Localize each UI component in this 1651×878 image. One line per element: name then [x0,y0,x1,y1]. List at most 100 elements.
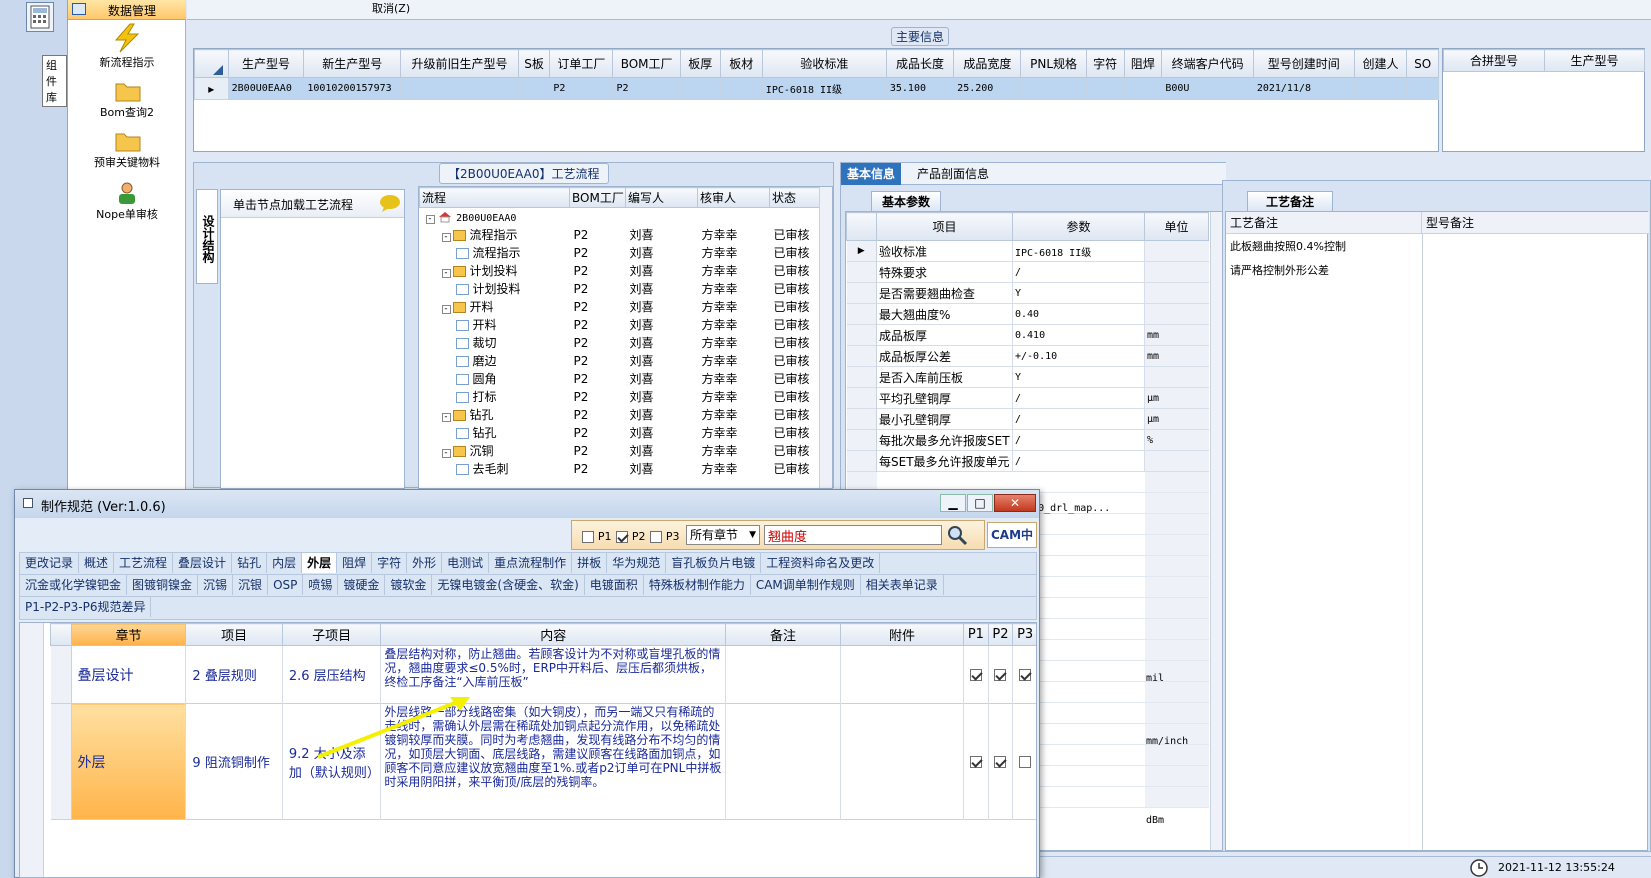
spec-tab[interactable]: 外形 [407,553,443,573]
param-row[interactable]: 每SET最多允许报废单元 / [846,450,1209,472]
col-header[interactable]: 字符 [1085,49,1125,78]
col-header[interactable]: 板材 [719,49,763,78]
param-value[interactable]: Y [1012,282,1145,304]
expand-toggle[interactable]: - [441,413,451,422]
cell[interactable]: 2021/11/8 [1253,77,1355,100]
param-row[interactable]: ▶ 验收标准 IPC-6018 II级 [846,240,1209,262]
param-value[interactable]: 0.40 [1012,303,1145,325]
col-header[interactable]: 参数 [1012,212,1145,241]
col-header[interactable]: 验收标准 [761,49,887,78]
spec-tab[interactable]: 喷锡 [303,575,339,595]
spec-tab[interactable]: 沉锡 [198,575,234,595]
p3-checkbox[interactable] [1019,756,1032,768]
col-header[interactable]: BOM工厂 [569,187,626,208]
cell[interactable] [1406,77,1439,100]
param-row[interactable]: 是否入库前压板 Y [846,366,1209,388]
p1-checkbox[interactable] [969,756,982,768]
spec-tab[interactable]: 图镀铜镍金 [127,575,199,595]
col-header[interactable]: 升级前旧生产型号 [400,49,519,78]
p2-checkbox[interactable] [994,756,1007,768]
col-header[interactable]: 订单工厂 [549,49,614,78]
tab-basic-params[interactable]: 基本参数 [871,191,942,211]
param-value[interactable]: / [1012,408,1145,430]
col-production-model[interactable]: 生产型号 [1544,49,1645,72]
cell[interactable] [680,77,721,100]
col-header[interactable]: 成品长度 [885,49,955,78]
spec-tab[interactable]: 内层 [267,553,303,573]
param-row[interactable]: 特殊要求 / [846,261,1209,283]
node-hint-bar[interactable]: 单击节点加载工艺流程 [221,190,404,218]
spec-tab[interactable]: 相关表单记录 [861,575,944,595]
col-header[interactable]: 附件 [839,623,965,646]
cell[interactable]: 2B00U0EAA0 [228,77,305,100]
col-header[interactable]: 成品宽度 [953,49,1022,78]
cell[interactable]: 10010200157973 [303,77,402,100]
search-icon[interactable] [946,524,968,546]
cell[interactable] [400,77,519,100]
col-header[interactable]: P2 [987,623,1014,646]
maximize-button[interactable]: □ [967,494,993,512]
col-header[interactable]: 新生产型号 [303,49,402,78]
col-header[interactable]: 阻焊 [1123,49,1163,78]
col-header[interactable]: 核审人 [697,187,770,208]
param-value[interactable]: Y [1012,366,1145,388]
col-header[interactable]: 备注 [725,623,841,646]
spec-row[interactable]: 叠层设计 2 叠层规则 2.6 层压结构 叠层结构对称，防止翘曲。若顾客设计为不对称或… [50,645,1036,704]
nav-item-new-flow[interactable]: 新流程指示 [68,22,186,70]
cell[interactable]: P2 [549,77,614,100]
col-header[interactable]: S板 [517,49,551,78]
col-header[interactable]: BOM工厂 [612,49,681,78]
param-row[interactable]: 是否需要翘曲检查 Y [846,282,1209,304]
cell[interactable]: 25.200 [953,77,1022,100]
col-header[interactable]: 板厚 [679,49,721,78]
param-value[interactable]: / [1012,261,1145,283]
tree-row[interactable]: - 流程指示 P2 刘喜 方幸幸 已审核 [420,226,820,244]
spec-tab[interactable]: 盲孔板负片电镀 [666,553,762,573]
col-header[interactable]: 终端客户代码 [1161,49,1254,78]
expand-toggle[interactable]: - [441,305,451,314]
spec-tab[interactable]: 工艺流程 [114,553,174,573]
spec-tab[interactable]: 电镀面积 [585,575,644,595]
tree-row[interactable]: 流程指示 P2 刘喜 方幸幸 已审核 [420,244,820,262]
chapter-select[interactable]: 所有章节 ▼ [686,525,760,545]
tree-row[interactable]: - 开料 P2 刘喜 方幸幸 已审核 [420,298,820,316]
tree-row[interactable]: 磨边 P2 刘喜 方幸幸 已审核 [420,352,820,370]
col-header[interactable]: 生产型号 [227,49,305,78]
spec-tab[interactable]: 叠层设计 [173,553,233,573]
param-row[interactable]: 最大翘曲度% 0.40 [846,303,1209,325]
param-row[interactable]: 每批次最多允许报废SET /% [846,429,1209,451]
param-row[interactable]: 成品板厚 0.410 mm [846,324,1209,346]
spec-tab[interactable]: 拼板 [572,553,608,573]
param-value[interactable]: / [1012,429,1145,451]
process-scrollbar[interactable] [819,187,832,488]
tree-row[interactable]: - 计划投料 P2 刘喜 方幸幸 已审核 [420,262,820,280]
col-header[interactable]: 单位 [1144,212,1209,241]
col-header[interactable]: 状态 [769,187,820,208]
tree-row[interactable]: - 沉铜 P2 刘喜 方幸幸 已审核 [420,442,820,460]
cell[interactable] [1124,77,1163,100]
tab-process-remarks[interactable]: 工艺备注 [1247,191,1334,211]
expand-toggle[interactable]: - [441,269,451,278]
p3-checkbox[interactable] [1019,669,1032,681]
param-value[interactable]: IPC-6018 II级 [1012,240,1145,262]
cell[interactable]: IPC-6018 II级 [762,77,887,100]
spec-tab[interactable]: 镀硬金 [338,575,386,595]
spec-tab[interactable]: 沉银 [233,575,269,595]
nav-item-bom-query[interactable]: Bom查询2 [68,78,186,120]
spec-vscroll[interactable] [20,623,44,877]
minimize-button[interactable]: ▁ [940,494,966,512]
filter-p2-checkbox[interactable] [616,530,628,543]
param-value[interactable]: / [1012,450,1145,472]
cell[interactable]: P2 [612,77,681,100]
spec-tab[interactable]: 特殊板材制作能力 [644,575,751,595]
col-header[interactable]: 内容 [380,623,727,646]
param-value[interactable]: / [1012,387,1145,409]
nav-item-key-material[interactable]: 预审关键物料 [68,128,186,170]
tab-profile-info[interactable]: 产品剖面信息 [917,163,989,185]
spec-tab[interactable]: 字符 [372,553,408,573]
tree-root-label[interactable]: 2B00U0EAA0 [456,213,516,224]
col-header[interactable]: P3 [1012,623,1036,646]
data-mgmt-header[interactable]: 数据管理 [68,0,186,20]
param-row[interactable]: 最小孔壁铜厚 / μm [846,408,1209,430]
dialog-titlebar[interactable]: 制作规范 (Ver:1.0.6) ▁ □ ✕ [15,490,1039,518]
